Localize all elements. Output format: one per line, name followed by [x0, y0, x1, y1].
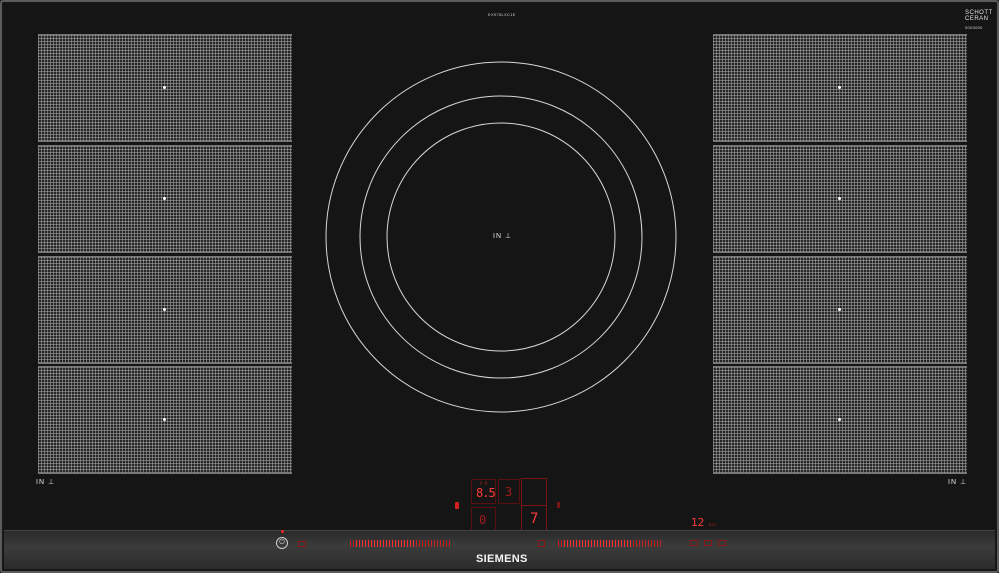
right-power-slider[interactable] — [558, 538, 661, 548]
level-value: 3 — [505, 485, 513, 499]
zone-center-dot — [838, 418, 841, 421]
power-led — [281, 530, 284, 533]
boost-button[interactable] — [538, 540, 545, 547]
zone-center-dot — [838, 86, 841, 89]
timer-value: 12 — [691, 516, 705, 529]
display-divider — [522, 505, 546, 506]
siemens-logo: SIEMENS — [476, 553, 528, 565]
ceran-text: CERAN — [965, 16, 989, 22]
zone-center-dot — [163, 418, 166, 421]
left-flex-zone-2[interactable] — [38, 145, 292, 253]
right-flex-zone-2[interactable] — [713, 145, 967, 253]
left-induction-label: IN ⊥ — [36, 478, 55, 486]
zone-center-dot — [163, 308, 166, 311]
induction-pan-icon: ⊥ — [47, 479, 56, 486]
right-induction-label: IN ⊥ — [948, 478, 967, 486]
power-value: 8.5 — [476, 486, 496, 500]
level-display-upper[interactable]: 3 — [498, 479, 520, 504]
left-flex-zone-1[interactable] — [38, 34, 292, 142]
zone-select-right-indicator[interactable] — [557, 502, 560, 508]
induction-pan-icon: ⊥ — [504, 233, 513, 240]
right-flex-zone-3[interactable] — [713, 256, 967, 364]
right-flex-zone-4[interactable] — [713, 366, 967, 474]
zone-center-dot — [838, 197, 841, 200]
timer-unit: min — [708, 522, 716, 527]
level-value: 0 — [479, 513, 487, 527]
left-flex-zone-3[interactable] — [38, 256, 292, 364]
zone-center-dot — [163, 197, 166, 200]
level-display-lower-left[interactable]: 0 — [471, 507, 496, 532]
center-induction-label: IN ⊥ — [493, 232, 512, 240]
zone-center-dot — [163, 86, 166, 89]
corner-code: 0000000 — [965, 25, 983, 30]
cooktop: EX975LXC1E SCHOTT CERAN 0000000 IN ⊥ IN … — [0, 0, 999, 573]
power-icon: ⏻ — [279, 539, 285, 546]
power-button[interactable]: ⏻ — [276, 537, 288, 549]
lock-button[interactable] — [298, 541, 306, 547]
schott-ceran-logo: SCHOTT CERAN — [965, 10, 993, 22]
zone-center-dot — [838, 308, 841, 311]
left-flex-zone-4[interactable] — [38, 366, 292, 474]
in-text: IN — [36, 479, 45, 486]
menu-button[interactable] — [718, 540, 726, 546]
zone-select-left-indicator[interactable] — [455, 502, 459, 509]
induction-pan-icon: ⊥ — [959, 479, 968, 486]
model-code: EX975LXC1E — [488, 12, 516, 17]
right-flex-zone-1[interactable] — [713, 34, 967, 142]
level-value: 7 — [530, 511, 539, 527]
zone-power-display[interactable]: P M 8.5 — [471, 479, 496, 504]
main-level-display[interactable]: 7 — [521, 478, 547, 532]
timer-button[interactable] — [690, 540, 698, 546]
left-power-slider[interactable] — [350, 538, 450, 548]
in-text: IN — [948, 479, 957, 486]
function-button[interactable] — [704, 540, 712, 546]
in-text: IN — [493, 233, 502, 240]
